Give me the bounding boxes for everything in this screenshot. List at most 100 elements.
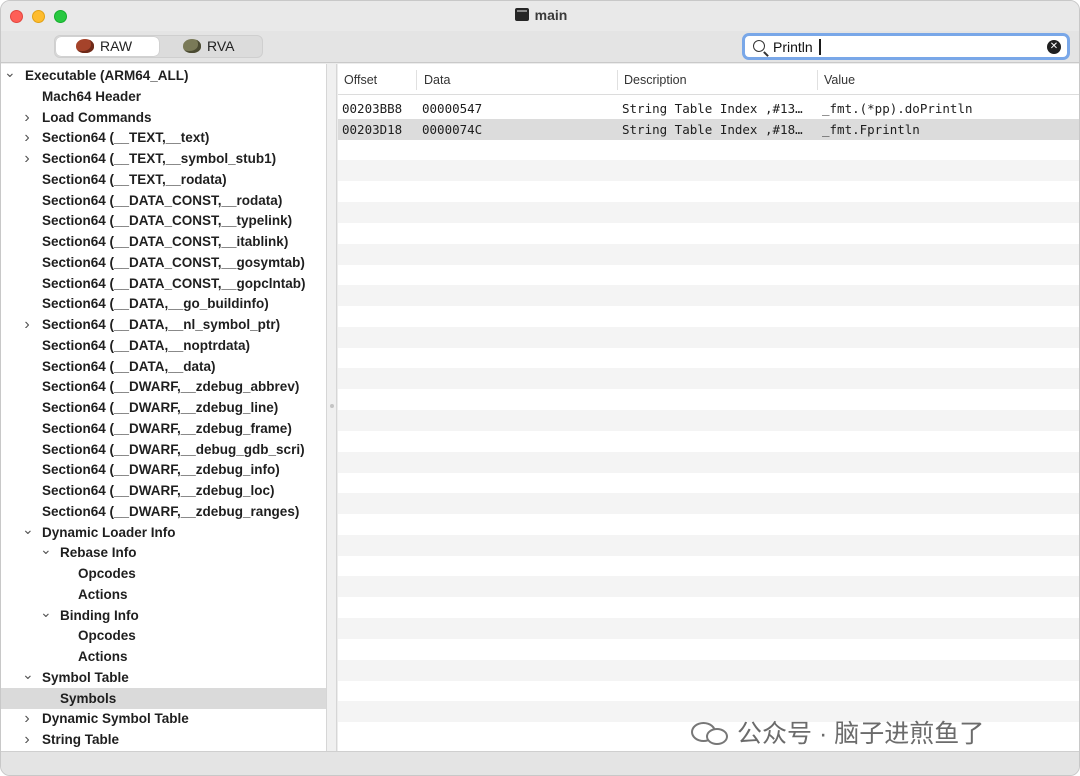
rva-mode-icon (183, 39, 201, 53)
split-view-divider[interactable] (326, 64, 337, 751)
raw-mode-icon (76, 39, 94, 53)
sidebar-tree-item[interactable]: › Section64 (__TEXT,__symbol_stub1) (1, 148, 326, 169)
sidebar-tree-item[interactable]: Mach64 Header (1, 86, 326, 107)
sidebar-tree-item[interactable]: ⌄ Rebase Info (1, 542, 326, 563)
search-field[interactable]: ✕ (742, 33, 1070, 60)
sidebar-tree-label: Section64 (__DATA_CONST,__gopclntab) (42, 275, 306, 291)
clear-search-icon[interactable]: ✕ (1047, 40, 1061, 54)
sidebar-tree-item[interactable]: › String Table (1, 729, 326, 750)
chevron-down-icon[interactable]: ⌄ (40, 605, 52, 626)
sidebar-tree-item[interactable]: Opcodes (1, 563, 326, 584)
sidebar-tree-label: Load Commands (42, 109, 152, 125)
sidebar-tree-item[interactable]: Section64 (__DATA_CONST,__itablink) (1, 231, 326, 252)
table-row[interactable]: 00203D18 0000074C String Table Index ,#18…… (338, 118, 1079, 140)
column-divider[interactable] (416, 70, 417, 90)
chevron-down-icon[interactable]: ⌄ (4, 65, 16, 86)
empty-table-row (338, 556, 1079, 577)
sidebar-tree-label: Section64 (__DWARF,__zdebug_info) (42, 462, 280, 478)
sidebar-tree-item[interactable]: Section64 (__TEXT,__rodata) (1, 169, 326, 190)
sidebar-tree-item[interactable]: ⌄ Dynamic Loader Info (1, 522, 326, 543)
sidebar-tree-item[interactable]: Section64 (__DATA_CONST,__gopclntab) (1, 273, 326, 294)
sidebar-tree-label: Section64 (__TEXT,__rodata) (42, 171, 227, 187)
sidebar-tree-item[interactable]: Opcodes (1, 625, 326, 646)
sidebar-tree-item[interactable]: Section64 (__DWARF,__zdebug_line) (1, 397, 326, 418)
sidebar-tree-item[interactable]: Section64 (__DATA,__noptrdata) (1, 335, 326, 356)
sidebar-tree-item[interactable]: ⌄ Symbol Table (1, 667, 326, 688)
divider-handle[interactable] (330, 404, 334, 408)
sidebar-tree-label: Opcodes (78, 566, 136, 581)
sidebar-tree-item[interactable]: Symbols (1, 687, 326, 709)
sidebar-tree-label: Actions (78, 649, 128, 664)
column-header-value[interactable]: Value (824, 73, 855, 87)
watermark-text: 公众号 · 脑子进煎鱼了 (737, 720, 985, 748)
chevron-down-icon[interactable]: ⌄ (22, 667, 34, 688)
column-divider[interactable] (617, 70, 618, 90)
empty-table-row (338, 202, 1079, 223)
sidebar-tree-item[interactable]: › Load Commands (1, 107, 326, 128)
empty-table-row (338, 160, 1079, 182)
sidebar-tree-item[interactable]: Section64 (__DATA,__data) (1, 356, 326, 377)
raw-mode-button[interactable]: RAW (56, 37, 159, 56)
cell-value: _fmt.(*pp).doPrintln (822, 101, 973, 116)
cell-offset: 00203D18 (342, 121, 403, 137)
sidebar-tree-label: Symbol Table (42, 669, 129, 685)
cell-description: String Table Index ,#18… (622, 121, 803, 137)
column-header-offset[interactable]: Offset (344, 73, 377, 87)
empty-table-row (338, 243, 1079, 265)
chevron-right-icon[interactable]: › (22, 148, 32, 169)
table-header: Offset Data Description Value (338, 64, 1079, 95)
sidebar-tree-item[interactable]: Section64 (__DWARF,__zdebug_info) (1, 459, 326, 480)
cell-offset: 00203BB8 (342, 101, 403, 116)
sidebar-tree-label: Opcodes (78, 628, 136, 644)
empty-table-row (338, 659, 1079, 681)
empty-table-row (338, 514, 1079, 535)
sidebar-tree-label: Section64 (__DATA,__go_buildinfo) (42, 296, 269, 312)
sidebar-tree-item[interactable]: Section64 (__DWARF,__zdebug_loc) (1, 480, 326, 501)
empty-table-row (338, 223, 1079, 244)
wechat-icon (691, 720, 731, 746)
sidebar-tree-item[interactable]: Section64 (__DATA,__go_buildinfo) (1, 293, 326, 314)
empty-table-row (338, 576, 1079, 598)
empty-table-row (338, 680, 1079, 701)
column-divider[interactable] (817, 70, 818, 90)
column-header-description[interactable]: Description (624, 73, 687, 87)
app-window: main RAW RVA ✕ ⌄ Executable (ARM64_ALL) Ma… (0, 0, 1080, 776)
empty-table-row (338, 181, 1079, 202)
chevron-right-icon[interactable]: › (22, 107, 32, 128)
toolbar: RAW RVA ✕ (1, 31, 1079, 63)
sidebar-tree-label: Section64 (__DATA,__data) (42, 358, 216, 374)
cell-data: 0000074C (422, 121, 483, 137)
table-row[interactable]: 00203BB8 00000547 String Table Index ,#13…… (338, 98, 1079, 119)
cell-description: String Table Index ,#13… (622, 101, 803, 116)
sidebar-tree-label: Section64 (__TEXT,__text) (42, 130, 210, 146)
column-header-data[interactable]: Data (424, 73, 450, 87)
sidebar-tree-item[interactable]: › Section64 (__TEXT,__text) (1, 127, 326, 148)
raw-mode-label: RAW (100, 38, 133, 54)
empty-table-row (338, 597, 1079, 618)
rva-mode-button[interactable]: RVA (161, 37, 262, 56)
sidebar-tree-item[interactable]: Section64 (__DATA_CONST,__typelink) (1, 210, 326, 231)
sidebar-tree-item[interactable]: › Section64 (__DATA,__nl_symbol_ptr) (1, 314, 326, 335)
chevron-right-icon[interactable]: › (22, 314, 32, 335)
sidebar-tree-item[interactable]: Section64 (__DWARF,__zdebug_abbrev) (1, 376, 326, 397)
sidebar-tree-item[interactable]: Section64 (__DWARF,__zdebug_ranges) (1, 501, 326, 522)
sidebar-tree-item[interactable]: Section64 (__DWARF,__debug_gdb_scri) (1, 439, 326, 460)
sidebar-tree-item[interactable]: Section64 (__DATA_CONST,__rodata) (1, 190, 326, 211)
sidebar-tree-item[interactable]: Section64 (__DWARF,__zdebug_frame) (1, 418, 326, 439)
sidebar-tree-item[interactable]: ⌄ Binding Info (1, 605, 326, 626)
chevron-right-icon[interactable]: › (22, 127, 32, 148)
search-input[interactable] (773, 37, 1033, 57)
sidebar-tree-item[interactable]: Section64 (__DATA_CONST,__gosymtab) (1, 252, 326, 273)
rva-mode-label: RVA (207, 38, 235, 54)
empty-table-row (338, 410, 1079, 431)
chevron-down-icon[interactable]: ⌄ (22, 522, 34, 543)
sidebar-tree-item[interactable]: ⌄ Executable (ARM64_ALL) (1, 65, 326, 86)
chevron-right-icon[interactable]: › (22, 708, 32, 729)
sidebar-tree-label: String Table (42, 732, 120, 747)
chevron-down-icon[interactable]: ⌄ (40, 542, 52, 563)
sidebar-tree-item[interactable]: Actions (1, 584, 326, 605)
sidebar-tree-item[interactable]: Actions (1, 646, 326, 667)
sidebar-tree-item[interactable]: › Dynamic Symbol Table (1, 708, 326, 729)
chevron-right-icon[interactable]: › (22, 729, 32, 750)
title-bar: main (1, 1, 1079, 31)
